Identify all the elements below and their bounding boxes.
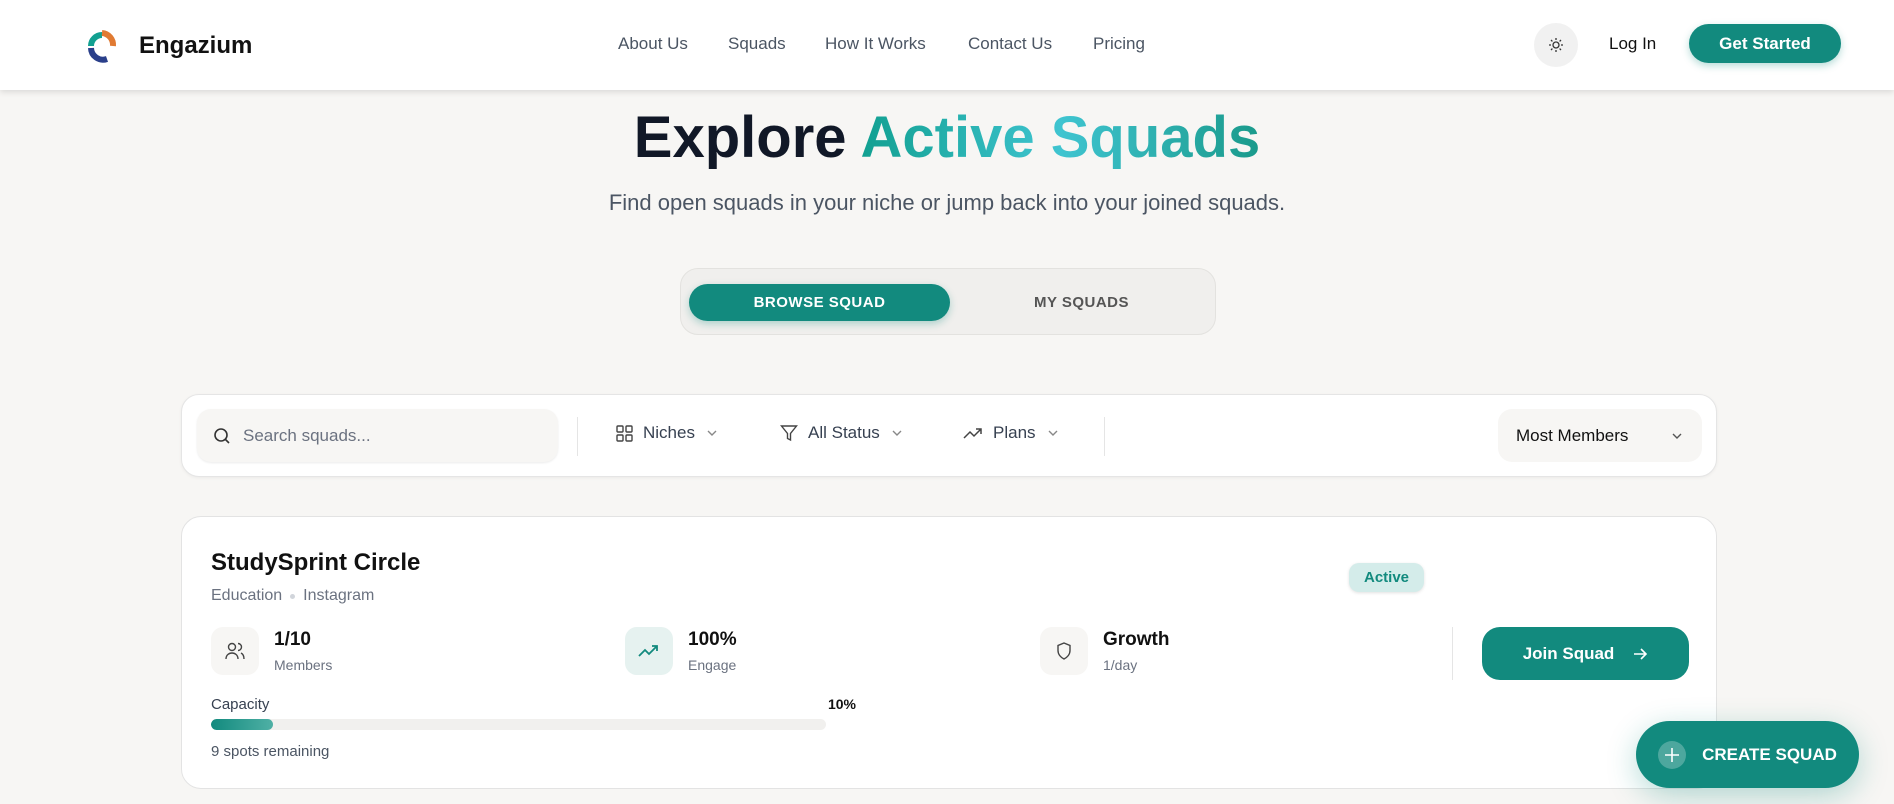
niches-dropdown[interactable]: Niches <box>616 423 719 443</box>
create-squad-label: CREATE SQUAD <box>1702 744 1837 764</box>
join-squad-button[interactable]: Join Squad <box>1482 627 1689 680</box>
search-box <box>197 409 558 462</box>
page-title: Explore Active Squads <box>0 104 1894 171</box>
capacity-percent: 10% <box>827 696 856 712</box>
capacity-bar <box>211 719 826 730</box>
members-value: 1/10 <box>274 629 311 650</box>
squad-platform: Instagram <box>303 587 375 604</box>
chevron-down-icon <box>707 430 717 436</box>
capacity-label: Capacity <box>211 696 270 713</box>
nav-pricing[interactable]: Pricing <box>1093 34 1145 54</box>
nav-contact-us[interactable]: Contact Us <box>968 34 1052 54</box>
arrow-right-icon <box>1634 647 1648 660</box>
tab-browse-squad[interactable]: BROWSE SQUAD <box>689 284 950 321</box>
plan-rate: 1/day <box>1103 657 1138 673</box>
niches-label: Niches <box>643 423 695 442</box>
separator-dot <box>290 593 296 599</box>
members-stat: 1/10 Members <box>211 627 332 675</box>
capacity-fill <box>211 719 273 730</box>
plans-dropdown[interactable]: Plans <box>963 423 1060 443</box>
filter-bar: Niches All Status Plans Most Members <box>181 394 1717 477</box>
divider <box>1452 627 1453 680</box>
members-label: Members <box>274 657 333 673</box>
filter-icon <box>780 425 798 442</box>
squad-meta: Education Instagram <box>211 587 374 605</box>
join-label: Join Squad <box>1522 643 1615 663</box>
plans-label: Plans <box>993 423 1036 442</box>
spots-remaining: 9 spots remaining <box>211 743 330 760</box>
sort-label: Most Members <box>1516 425 1629 445</box>
title-accent: Active Squads <box>860 105 1261 170</box>
squad-card: StudySprint Circle Education Instagram A… <box>181 516 1717 789</box>
grid-icon <box>616 424 633 442</box>
search-icon <box>214 427 230 444</box>
engage-stat: 100% Engage <box>625 627 737 675</box>
brand[interactable]: Engazium <box>85 28 252 64</box>
squad-niche: Education <box>211 587 283 604</box>
view-toggle: BROWSE SQUAD MY SQUADS <box>680 268 1216 335</box>
engage-label: Engage <box>688 657 737 673</box>
chevron-down-icon <box>892 430 902 436</box>
shield-icon <box>1040 627 1088 675</box>
title-dark: Explore <box>633 105 847 170</box>
tab-my-squads[interactable]: MY SQUADS <box>951 284 1212 321</box>
plus-icon <box>1658 740 1687 769</box>
plan-stat: Growth 1/day <box>1040 627 1170 675</box>
divider <box>577 417 578 456</box>
chevron-down-icon <box>1672 433 1682 439</box>
nav-squads[interactable]: Squads <box>728 34 786 54</box>
nav-how-it-works[interactable]: How It Works <box>825 34 926 54</box>
users-icon <box>211 627 259 675</box>
status-label: All Status <box>808 423 880 442</box>
nav-about-us[interactable]: About Us <box>618 34 688 54</box>
status-dropdown[interactable]: All Status <box>780 423 904 443</box>
get-started-button[interactable]: Get Started <box>1689 24 1841 63</box>
status-badge: Active <box>1349 563 1424 592</box>
brand-name: Engazium <box>139 32 253 59</box>
logo-icon <box>88 30 117 63</box>
chevron-down-icon <box>1048 430 1058 436</box>
sort-dropdown[interactable]: Most Members <box>1498 409 1702 462</box>
sun-icon <box>1549 38 1563 52</box>
create-squad-button[interactable]: CREATE SQUAD <box>1636 721 1859 788</box>
trending-up-icon <box>625 627 673 675</box>
page-subtitle: Find open squads in your niche or jump b… <box>608 190 1286 215</box>
login-link[interactable]: Log In <box>1609 34 1656 54</box>
squad-name: StudySprint Circle <box>211 549 421 576</box>
top-nav: Engazium About Us Squads How It Works Co… <box>0 0 1894 90</box>
theme-toggle-button[interactable] <box>1534 23 1578 67</box>
search-input[interactable] <box>243 425 533 446</box>
divider <box>1104 417 1105 456</box>
plan-value: Growth <box>1103 629 1170 650</box>
engage-value: 100% <box>688 629 737 650</box>
trending-up-icon <box>963 428 982 439</box>
